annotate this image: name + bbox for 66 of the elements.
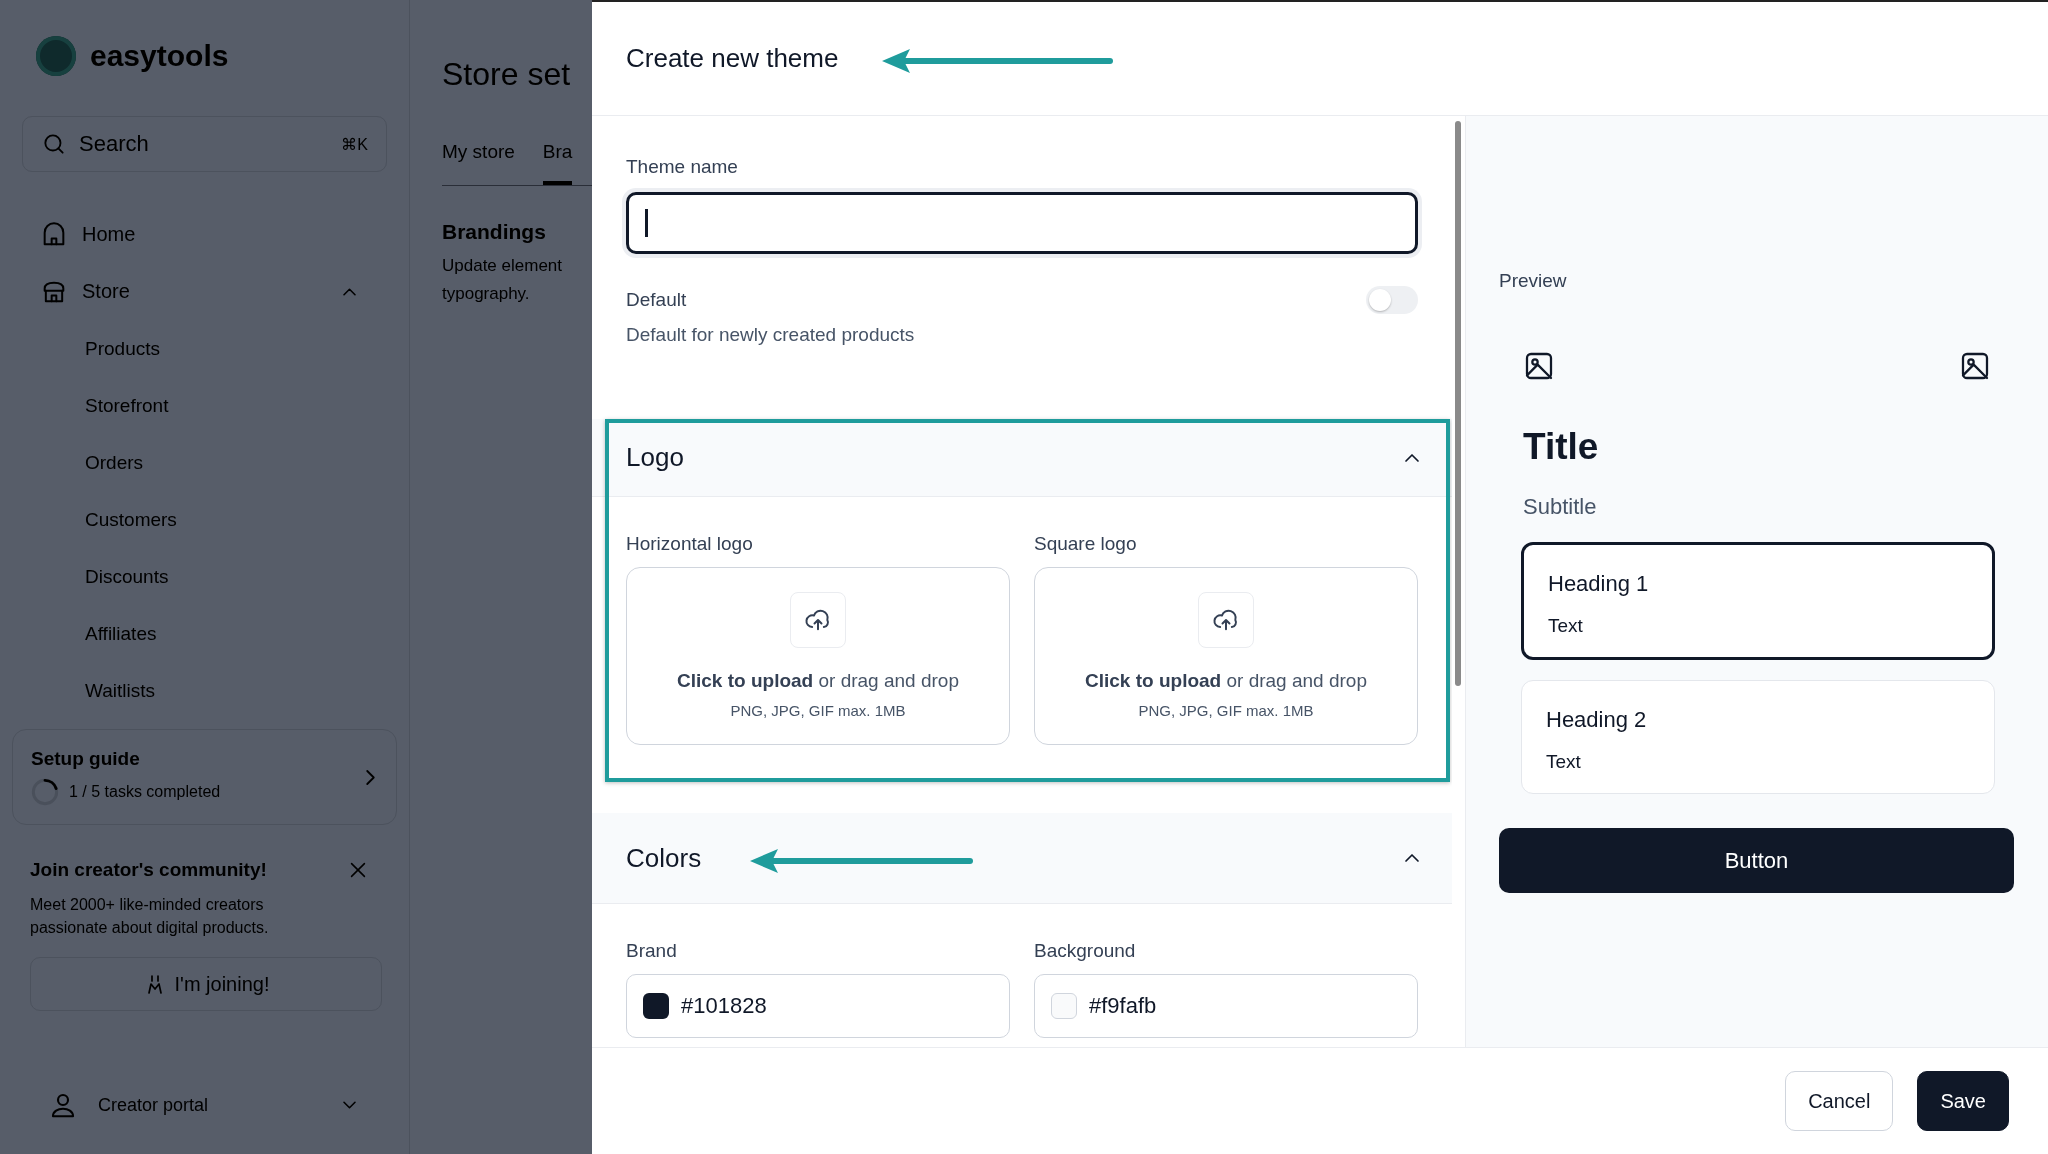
card-text: Text	[1546, 751, 1582, 773]
upload-hint: PNG, JPG, GIF max. 1MB	[1138, 702, 1314, 719]
field-label: Background	[1034, 940, 1137, 962]
scrollbar-thumb[interactable]	[1455, 121, 1461, 686]
card-heading: Heading 2	[1546, 707, 1648, 733]
panel-label: Preview	[1499, 270, 1568, 292]
upload-dropzone[interactable]: Click to upload or drag and drop PNG, JPG, GIF max. 1MB	[626, 567, 1010, 745]
card-title: Setup guide	[31, 748, 141, 770]
cancel-button[interactable]: Cancel	[1785, 1071, 1894, 1131]
color-swatch[interactable]	[643, 993, 669, 1019]
preview-card[interactable]: Heading 2 Text	[1521, 680, 1995, 794]
progress-ring	[31, 778, 59, 806]
upload-instructions: Click to upload or drag and drop	[677, 670, 959, 692]
nav-item[interactable]: Home	[12, 206, 397, 263]
preview-button[interactable]: Button	[1499, 828, 2014, 893]
nav-subitem[interactable]: Waitlists	[12, 662, 397, 719]
field-label: Square logo	[1034, 533, 1138, 555]
chevron-right-icon	[367, 770, 374, 784]
field-label: Brand	[626, 940, 678, 962]
page-title: Store set	[442, 56, 572, 93]
color-input[interactable]: #101828	[626, 974, 1010, 1038]
color-input[interactable]: #f9fafb	[1034, 974, 1418, 1038]
nav-item[interactable]: Store	[12, 263, 397, 320]
preview-title: Title	[1522, 426, 1600, 468]
toggle-description: Default for newly created products	[626, 324, 916, 346]
image-icon	[1959, 350, 1991, 382]
image-icon	[1523, 350, 1555, 382]
chevron-down-icon	[344, 1102, 355, 1108]
nav-subitem[interactable]: Affiliates	[12, 605, 397, 662]
preview-subtitle: Subtitle	[1522, 494, 1598, 520]
nav-subitem[interactable]: Orders	[12, 434, 397, 491]
section-header[interactable]: Logo	[592, 419, 1452, 497]
search-field[interactable]: Search ⌘K	[22, 116, 387, 172]
drawer-title: Create new theme	[626, 43, 839, 74]
brand-name: easytools	[90, 39, 229, 73]
field-label: Theme name	[626, 156, 739, 178]
upload-dropzone[interactable]: Click to upload or drag and drop PNG, JPG, GIF max. 1MB	[1034, 567, 1418, 745]
section-title: Brandings	[442, 220, 547, 244]
field-label: Horizontal logo	[626, 533, 754, 555]
card-text: Text	[1548, 615, 1584, 637]
join-button[interactable]: I'm joining!	[30, 957, 382, 1011]
save-button[interactable]: Save	[1917, 1071, 2009, 1131]
placeholder-text: Search	[79, 131, 150, 157]
shortcut-hint: ⌘K	[341, 134, 368, 154]
toggle-switch[interactable]	[1366, 286, 1418, 314]
logo-icon	[36, 36, 76, 76]
promo-title: Join creator's community!	[30, 859, 268, 881]
nav-subitem[interactable]: Customers	[12, 491, 397, 548]
section-description: Update element typography.	[442, 255, 564, 305]
nav-subitem[interactable]: Products	[12, 320, 397, 377]
upload-hint: PNG, JPG, GIF max. 1MB	[730, 702, 906, 719]
preview-card[interactable]: Heading 1 Text	[1521, 542, 1995, 660]
setup-guide-card[interactable]: Setup guide 1 / 5 tasks completed	[12, 729, 397, 825]
section-header[interactable]: Colors	[592, 813, 1452, 904]
color-swatch[interactable]	[1051, 993, 1077, 1019]
upload-instructions: Click to upload or drag and drop	[1085, 670, 1367, 692]
card-heading: Heading 1	[1548, 571, 1650, 597]
account-menu[interactable]: Creator portal	[12, 1080, 397, 1130]
search-icon	[41, 131, 67, 157]
nav-subitem[interactable]: Discounts	[12, 548, 397, 605]
tab[interactable]: My store	[442, 131, 515, 185]
promo-text: Meet 2000+ like-minded creators passionate about digital products.	[30, 895, 270, 938]
progress-text: 1 / 5 tasks completed	[69, 783, 221, 801]
tab[interactable]: Bra	[542, 131, 573, 185]
toggle-label: Default	[626, 289, 688, 311]
nav-subitem[interactable]: Storefront	[12, 377, 397, 434]
